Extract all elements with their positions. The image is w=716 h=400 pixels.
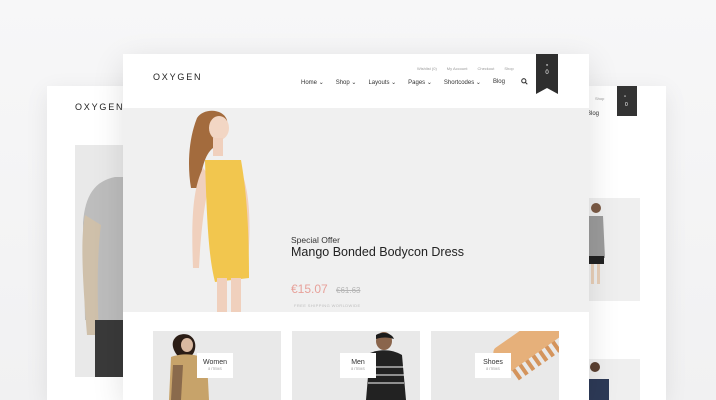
nav-pages[interactable]: Pages ⌄ [408, 79, 432, 86]
logo: OXYGEN [75, 102, 125, 112]
category-card-shoes[interactable]: Shoes 8 ITEMS [431, 331, 559, 400]
category-label: Men 8 ITEMS [340, 353, 376, 378]
chevron-down-icon: ⌄ [351, 80, 357, 86]
top-link-my-account[interactable]: My Account [447, 66, 468, 71]
cart-bag-icon: ▫ [545, 62, 549, 69]
category-count: 8 ITEMS [351, 367, 365, 371]
nav-layouts[interactable]: Layouts ⌄ [368, 79, 396, 86]
main-card: OXYGEN Wishlist (0) My Account Checkout … [123, 54, 589, 400]
main-nav: Home ⌄ Shop ⌄ Layouts ⌄ Pages ⌄ Shortcod… [301, 79, 505, 86]
category-name: Shoes [483, 359, 503, 366]
nav-layouts-label: Layouts [368, 80, 390, 86]
category-count: 8 ITEMS [486, 367, 500, 371]
search-icon[interactable] [521, 78, 528, 87]
hero-model-illustration [163, 108, 303, 312]
category-card-women[interactable]: Women 8 ITEMS [153, 331, 281, 400]
chevron-down-icon: ⌄ [426, 80, 432, 86]
chevron-down-icon: ⌄ [391, 80, 397, 86]
right-top-link[interactable]: Shop [595, 96, 604, 101]
nav-shop[interactable]: Shop ⌄ [336, 79, 357, 86]
nav-home[interactable]: Home ⌄ [301, 79, 324, 86]
model-illustration-lower [585, 359, 640, 400]
nav-home-label: Home [301, 80, 318, 86]
category-count: 8 ITEMS [208, 367, 222, 371]
top-link-wishlist[interactable]: Wishlist (0) [417, 66, 437, 71]
category-name: Men [351, 359, 365, 366]
model-illustration [585, 198, 640, 301]
cart-button[interactable]: ▫ 0 [536, 54, 558, 94]
top-link-checkout[interactable]: Checkout [477, 66, 494, 71]
category-label: Shoes 8 ITEMS [475, 353, 511, 378]
category-name: Women [203, 359, 227, 366]
logo[interactable]: OXYGEN [153, 72, 202, 82]
nav-shortcodes-label: Shortcodes [443, 80, 475, 86]
top-link-shop[interactable]: Shop [504, 66, 513, 71]
site-header: OXYGEN Wishlist (0) My Account Checkout … [123, 54, 589, 94]
right-cart-button[interactable]: ▫ 0 [617, 86, 637, 116]
background-card-right: Shop Blog ▫ 0 [585, 86, 666, 400]
category-card-men[interactable]: Men 8 ITEMS [292, 331, 420, 400]
hero-banner: Special Offer Mango Bonded Bodycon Dress… [123, 108, 589, 312]
nav-shortcodes[interactable]: Shortcodes ⌄ [444, 79, 481, 86]
hero-title[interactable]: Mango Bonded Bodycon Dress [291, 245, 464, 259]
product-image-right [585, 198, 640, 301]
category-label: Women 8 ITEMS [197, 353, 233, 378]
cart-bag-icon: ▫ [624, 94, 627, 100]
cart-count: 0 [625, 102, 628, 108]
top-links: Wishlist (0) My Account Checkout Shop [417, 66, 514, 71]
chevron-down-icon: ⌄ [318, 80, 324, 86]
hero-old-price: €61.63 [336, 286, 361, 295]
chevron-down-icon: ⌄ [475, 80, 481, 86]
nav-blog[interactable]: Blog [493, 79, 505, 86]
product-image-right-lower [585, 359, 640, 400]
nav-pages-label: Pages [408, 80, 426, 86]
cart-count: 0 [545, 70, 549, 76]
hero-note: FREE SHIPPING WORLDWIDE [294, 303, 361, 308]
hero-price: €15.07 [291, 282, 328, 296]
nav-shop-label: Shop [335, 80, 350, 86]
hero-eyebrow: Special Offer [291, 235, 340, 245]
